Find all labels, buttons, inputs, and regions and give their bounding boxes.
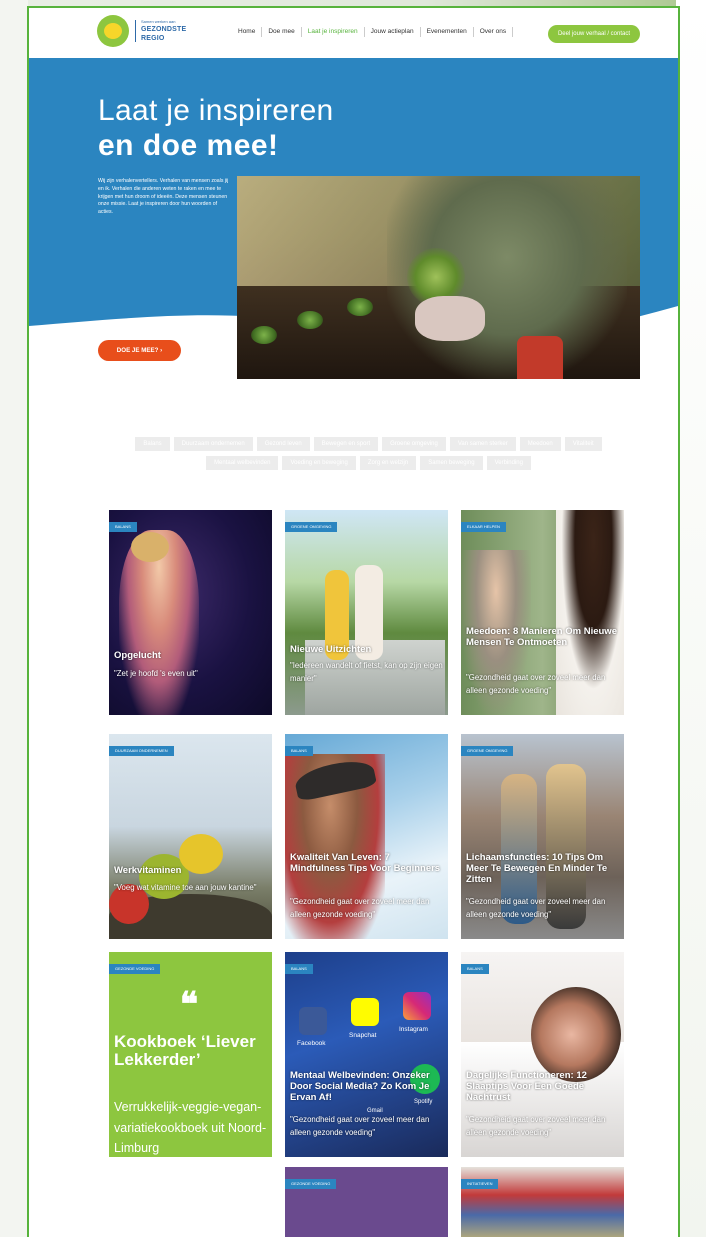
card-category-badge: BALANS	[109, 522, 137, 532]
hero-section: Laat je inspireren en doe mee! Wij zijn …	[29, 58, 678, 426]
snapchat-icon	[351, 998, 379, 1026]
card-quote: "Gezondheid gaat over zoveel meer dan al…	[466, 673, 606, 695]
main-nav: Home Doe mee Laat je inspireren Jouw act…	[232, 27, 514, 37]
card-quote: "Iedereen wandelt of fietst, kan op zijn…	[290, 661, 443, 683]
hero-image-seedling	[347, 298, 373, 316]
instagram-label: Instagram	[399, 1026, 428, 1033]
hero-gardening-image	[237, 176, 640, 379]
category-filters: Balans Duurzaam ondernemen Gezond leven …	[101, 437, 636, 470]
card-category-badge: BALANS	[461, 964, 489, 974]
facebook-label: Facebook	[297, 1040, 326, 1047]
nav-jouw-actieplan[interactable]: Jouw actieplan	[365, 27, 421, 37]
filter-tag[interactable]: Gezond leven	[256, 437, 310, 451]
filter-tag[interactable]: Zorg en welzijn	[359, 456, 417, 470]
website-mockup: Samen werken aan GEZONDSTE REGIO Home Do…	[27, 6, 680, 1237]
nav-doe-mee[interactable]: Doe mee	[262, 27, 302, 37]
card-image-hair	[131, 532, 169, 562]
filter-tag[interactable]: Samen beweging	[420, 456, 483, 470]
card-title: Dagelijks Functioneren: 12 Slaaptips Voo…	[466, 1070, 587, 1103]
story-card[interactable]: INITIATIEVEN	[461, 1167, 624, 1237]
story-card[interactable]: BALANS Dagelijks Functioneren: 12 Slaapt…	[461, 952, 624, 1157]
card-quote: "Gezondheid gaat over zoveel meer dan al…	[466, 1115, 606, 1137]
logo-icon	[97, 15, 129, 47]
card-title: Mentaal Welbevinden: Onzeker Door Social…	[290, 1070, 430, 1103]
card-category-badge: GEZONDE VOEDING	[285, 1179, 337, 1189]
nav-laat-je-inspireren[interactable]: Laat je inspireren	[302, 27, 365, 37]
card-category-badge: GROENE OMGEVING	[285, 522, 338, 532]
hero-doe-je-mee-button[interactable]: DOE JE MEE? ›	[98, 340, 181, 361]
nav-home[interactable]: Home	[232, 27, 263, 37]
card-title: Meedoen: 8 Manieren Om Nieuwe Mensen Te …	[466, 626, 617, 648]
hero-image-hand	[415, 296, 485, 341]
filter-tag[interactable]: Voeding en beweging	[282, 456, 356, 470]
card-title: Werkvitaminen	[114, 865, 182, 876]
filter-tag[interactable]: Meedoen	[519, 437, 561, 451]
card-title: Lichaamsfuncties: 10 Tips Om Meer Te Bew…	[466, 852, 608, 885]
card-quote: "Gezondheid gaat over zoveel meer dan al…	[466, 897, 606, 919]
site-logo[interactable]: Samen werken aan GEZONDSTE REGIO	[97, 15, 186, 47]
filter-tag[interactable]: Verbinding	[486, 456, 531, 470]
card-title: Kwaliteit Van Leven: 7 Mindfulness Tips …	[290, 852, 441, 874]
card-category-badge: INITIATIEVEN	[461, 1179, 499, 1189]
card-quote: "Voeg wat vitamine toe aan jouw kantine"	[114, 883, 257, 892]
card-quote: "Zet je hoofd 's even uit"	[114, 669, 198, 678]
hero-image-boot	[517, 336, 563, 379]
filter-tag[interactable]: Van samen sterker	[449, 437, 516, 451]
card-quote: "Gezondheid gaat over zoveel meer dan al…	[290, 1115, 430, 1137]
card-category-badge: BALANS	[285, 746, 313, 756]
card-subtitle: Verrukkelijk-veggie-vegan-variatiekookbo…	[114, 1100, 267, 1155]
story-card[interactable]: GEZONDE VOEDING	[285, 1167, 448, 1237]
logo-text: Samen werken aan GEZONDSTE REGIO	[135, 20, 186, 42]
story-card[interactable]: GROENE OMGEVING Nieuwe Uitzichten "Ieder…	[285, 510, 448, 715]
filter-tag[interactable]: Duurzaam ondernemen	[173, 437, 253, 451]
header-cta-button[interactable]: Deel jouw verhaal / contact	[548, 25, 640, 43]
filter-tag[interactable]: Mentaal welbevinden	[206, 456, 279, 470]
filter-tag[interactable]: Bewegen en sport	[313, 437, 379, 451]
story-card[interactable]: GROENE OMGEVING Lichaamsfuncties: 10 Tip…	[461, 734, 624, 939]
background-left	[0, 0, 28, 1237]
card-image-sleeping-woman	[531, 987, 621, 1082]
hero-intro-text: Wij zijn verhalenvertellers. Verhalen va…	[98, 178, 229, 216]
story-card[interactable]: Facebook Snapchat Instagram Spotify Gmai…	[285, 952, 448, 1157]
instagram-icon	[403, 992, 431, 1020]
story-card[interactable]: BALANS Opgelucht "Zet je hoofd 's even u…	[109, 510, 272, 715]
card-category-badge: GEZONDE VOEDING	[109, 964, 161, 974]
facebook-icon	[299, 1007, 327, 1035]
hero-title-line2: en doe mee!	[98, 129, 279, 162]
logo-line2: REGIO	[141, 35, 165, 42]
card-category-badge: ELKAAR HELPEN	[461, 522, 506, 532]
quote-icon: ❝	[179, 986, 199, 1024]
filter-tag[interactable]: Balans	[135, 437, 170, 451]
hero-image-seedling	[251, 326, 277, 344]
site-header: Samen werken aan GEZONDSTE REGIO Home Do…	[29, 8, 678, 58]
filter-tag[interactable]: Vitaliteit	[564, 437, 602, 451]
background-right	[676, 0, 706, 1237]
card-title: Nieuwe Uitzichten	[290, 644, 372, 655]
card-title: Kookboek ‘Liever Lekkerder’	[114, 1032, 256, 1069]
snapchat-label: Snapchat	[349, 1032, 377, 1039]
card-title: Opgelucht	[114, 650, 161, 661]
card-quote: "Gezondheid gaat over zoveel meer dan al…	[290, 897, 430, 919]
story-card[interactable]: BALANS Kwaliteit Van Leven: 7 Mindfulnes…	[285, 734, 448, 939]
card-category-badge: BALANS	[285, 964, 313, 974]
story-card[interactable]: ELKAAR HELPEN Meedoen: 8 Manieren Om Nie…	[461, 510, 624, 715]
nav-evenementen[interactable]: Evenementen	[421, 27, 474, 37]
card-category-badge: DUURZAAM ONDERNEMEN	[109, 746, 174, 756]
cookbook-card[interactable]: GEZONDE VOEDING ❝ Kookboek ‘Liever Lekke…	[109, 952, 272, 1157]
hero-title-line1: Laat je inspireren	[98, 94, 334, 127]
nav-over-ons[interactable]: Over ons	[474, 27, 514, 37]
filter-tag[interactable]: Groene omgeving	[382, 437, 446, 451]
logo-line1: GEZONDSTE	[141, 26, 187, 33]
card-category-badge: GROENE OMGEVING	[461, 746, 514, 756]
story-card[interactable]: DUURZAAM ONDERNEMEN Werkvitaminen "Voeg …	[109, 734, 272, 939]
hero-image-seedling	[297, 311, 323, 329]
logo-tagline: Samen werken aan	[141, 19, 176, 24]
